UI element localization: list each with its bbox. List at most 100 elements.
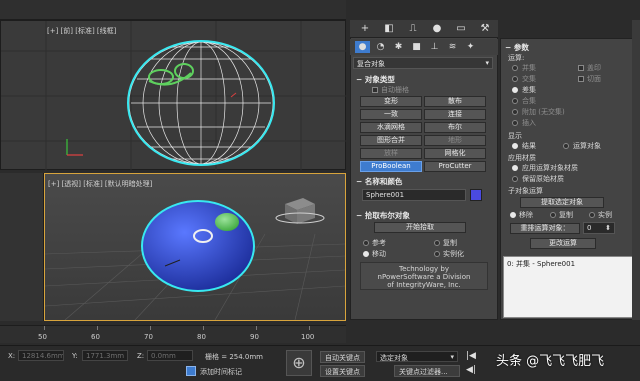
union-radio[interactable]: [512, 65, 518, 71]
retain-material-radio[interactable]: [512, 176, 518, 182]
name-color-rollout-header[interactable]: − 名称和颜色: [356, 176, 402, 187]
reorder-operands-button[interactable]: 重排运算对象：: [510, 223, 580, 234]
key-mode-icon[interactable]: ⊕: [286, 350, 312, 376]
pick-boolean-rollout-header[interactable]: − 拾取布尔对象: [356, 210, 410, 221]
subtraction-radio[interactable]: [512, 87, 518, 93]
object-name-field[interactable]: Sphere001: [362, 189, 466, 201]
blobmesh-button[interactable]: 水滴网格: [360, 122, 422, 133]
reorder-value-field[interactable]: 0 ⬍: [583, 222, 615, 234]
instance-sub-label: 实例: [598, 211, 612, 219]
credit-line-2: nPowerSoftware a Division: [377, 273, 471, 281]
intersection-radio[interactable]: [512, 76, 518, 82]
reference-radio[interactable]: [363, 240, 369, 246]
operands-radio[interactable]: [563, 143, 569, 149]
autogrid-checkbox[interactable]: [372, 87, 378, 93]
attach-radio[interactable]: [512, 109, 518, 115]
front-viewport-canvas: [1, 21, 347, 171]
intersection-label: 交集: [522, 75, 536, 83]
panel-scrollbar[interactable]: [632, 20, 640, 320]
cameras-icon[interactable]: ■: [409, 41, 424, 53]
lights-icon[interactable]: ✱: [391, 41, 406, 53]
attach-label: 附加 (无交集): [522, 108, 565, 116]
minus-icon: −: [505, 43, 512, 52]
shapemerge-button[interactable]: 图形合并: [360, 135, 422, 146]
procutter-button[interactable]: ProCutter: [424, 161, 486, 172]
remove-radio[interactable]: [510, 212, 516, 218]
loft-button[interactable]: 放样: [360, 148, 422, 159]
display-icon[interactable]: ▭: [452, 22, 470, 36]
credit-line-1: Technology by: [398, 265, 450, 273]
cookie-checkbox[interactable]: [578, 76, 584, 82]
morph-button[interactable]: 变形: [360, 96, 422, 107]
x-coordinate-field[interactable]: 12814.6mm: [18, 350, 64, 361]
display-label: 显示: [508, 132, 522, 140]
apply-operand-material-radio[interactable]: [512, 165, 518, 171]
object-color-swatch[interactable]: [470, 189, 482, 201]
key-filters-button[interactable]: 关键点过滤器...: [394, 365, 460, 377]
scatter-button[interactable]: 散布: [424, 96, 486, 107]
front-viewport[interactable]: [+] [前] [标准] [线框]: [0, 20, 347, 171]
result-label: 结果: [522, 142, 536, 150]
minus-icon: −: [356, 75, 363, 84]
change-operation-button[interactable]: 更改运算: [530, 238, 596, 249]
mesher-button[interactable]: 网格化: [424, 148, 486, 159]
ruler-label-70: 70: [144, 333, 153, 341]
start-picking-button[interactable]: 开始拾取: [374, 222, 466, 233]
imprint-checkbox[interactable]: [578, 65, 584, 71]
geometry-icon[interactable]: ●: [355, 41, 370, 53]
chevron-down-icon: ▾: [485, 59, 489, 67]
move-radio[interactable]: [363, 251, 369, 257]
instance-radio[interactable]: [434, 251, 440, 257]
merge-radio[interactable]: [512, 98, 518, 104]
selection-dropdown-value: 选定对象: [380, 354, 408, 362]
time-ruler[interactable]: 50 60 70 80 90 100: [0, 325, 346, 343]
grid-size-label: 栅格 = 254.0mm: [205, 353, 263, 361]
modify-icon[interactable]: ◧: [380, 22, 398, 36]
list-item[interactable]: 0: 并集 - Sphere001: [507, 259, 633, 269]
z-coordinate-field[interactable]: 0.0mm: [147, 350, 193, 361]
connect-button[interactable]: 连接: [424, 109, 486, 120]
set-key-button[interactable]: 设置关键点: [320, 365, 365, 377]
category-dropdown[interactable]: 复合对象 ▾: [353, 57, 493, 69]
view-cube: [275, 198, 325, 224]
instance-sub-radio[interactable]: [589, 212, 595, 218]
z-label: Z:: [137, 352, 145, 360]
blue-sphere: [141, 200, 255, 292]
time-tag-icon[interactable]: [186, 366, 196, 376]
selection-dropdown[interactable]: 选定对象 ▾: [376, 351, 458, 362]
hierarchy-icon[interactable]: ⎍: [404, 22, 422, 36]
motion-icon[interactable]: ●: [428, 22, 446, 36]
ruler-tick: [97, 326, 98, 330]
helpers-icon[interactable]: ⊥: [427, 41, 442, 53]
extract-selected-button[interactable]: 提取选定对象: [520, 197, 604, 208]
utilities-icon[interactable]: ⚒: [476, 22, 494, 36]
cookie-label: 切面: [587, 75, 601, 83]
plus-icon[interactable]: +: [356, 22, 374, 36]
operand-list[interactable]: 0: 并集 - Sphere001: [503, 256, 637, 318]
result-radio[interactable]: [512, 143, 518, 149]
conform-button[interactable]: 一致: [360, 109, 422, 120]
copy-radio[interactable]: [434, 240, 440, 246]
perspective-viewport[interactable]: [+] [透视] [标准] [默认明暗处理]: [44, 173, 346, 321]
auto-key-button[interactable]: 自动关键点: [320, 351, 365, 363]
green-sphere: [215, 213, 239, 231]
goto-start-icon[interactable]: |◀: [466, 351, 476, 361]
proboolean-button[interactable]: ProBoolean: [360, 161, 422, 172]
spinner-icon[interactable]: ⬍: [605, 224, 611, 232]
command-panel-tabs: + ◧ ⎍ ● ▭ ⚒: [350, 20, 498, 38]
y-coordinate-field[interactable]: 1771.3mm: [82, 350, 128, 361]
copy-sub-radio[interactable]: [550, 212, 556, 218]
object-type-rollout-header[interactable]: − 对象类型: [356, 74, 395, 85]
subobject-operations-label: 子对象运算: [508, 187, 543, 195]
add-time-tag-label[interactable]: 添加时间标记: [200, 367, 242, 377]
key-mode-toggle-icon[interactable]: ◀|: [466, 365, 476, 375]
spacewarps-icon[interactable]: ≋: [445, 41, 460, 53]
terrain-button[interactable]: 地形: [424, 135, 486, 146]
parameters-rollout-header[interactable]: − 参数: [505, 42, 529, 53]
insert-radio[interactable]: [512, 120, 518, 126]
boolean-button[interactable]: 布尔: [424, 122, 486, 133]
systems-icon[interactable]: ✦: [463, 41, 478, 53]
apply-material-label: 应用材质: [508, 154, 536, 162]
reorder-value: 0: [587, 224, 592, 232]
shapes-icon[interactable]: ◔: [373, 41, 388, 53]
